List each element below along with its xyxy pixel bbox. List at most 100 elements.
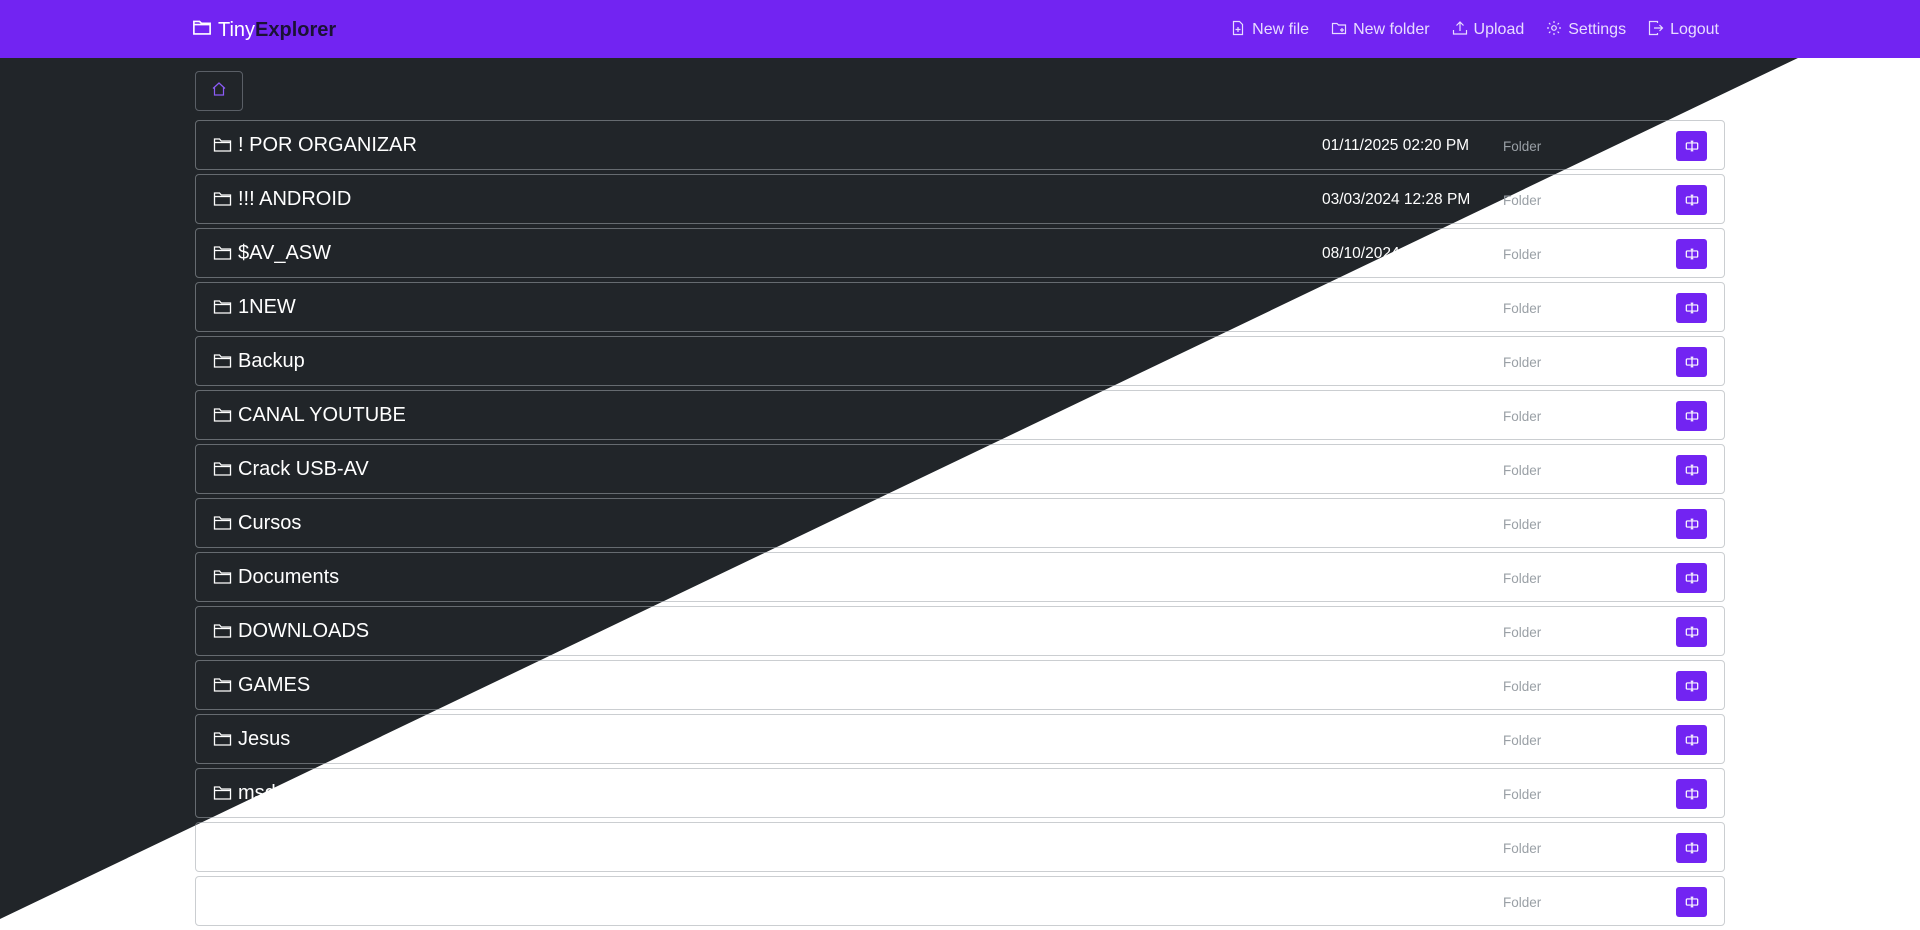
rename-button[interactable]: [1676, 833, 1707, 863]
upload-button[interactable]: Upload: [1452, 20, 1524, 41]
rename-icon: [1685, 842, 1698, 854]
folder-icon: [213, 514, 232, 531]
folder-icon: [213, 352, 232, 369]
logout-button[interactable]: Logout: [1648, 20, 1719, 41]
folder-icon: [213, 622, 232, 639]
folder-name-link[interactable]: Music: [238, 836, 290, 859]
file-row[interactable]: Music 03/03/2024 04:28 PM Folder: [195, 822, 1725, 872]
file-list: ! POR ORGANIZAR 01/11/2025 02:20 PM Fold…: [195, 120, 1725, 930]
rename-icon: [1685, 140, 1698, 152]
modified-date: 11/23/2024 07:44 PM: [1322, 731, 1470, 748]
file-row[interactable]: !!! ANDROID 03/03/2024 12:28 PM Folder: [195, 174, 1725, 224]
rename-icon: [1685, 734, 1698, 746]
rename-button[interactable]: [1676, 239, 1707, 269]
gear-icon: [1546, 20, 1562, 41]
rename-icon: [1685, 788, 1698, 800]
item-type: Folder: [1503, 733, 1542, 748]
file-row[interactable]: DOWNLOADS 01/17/2025 02:56 PM Folder: [195, 606, 1725, 656]
modified-date: 08/10/2024 08:32 PM: [1322, 245, 1471, 262]
folder-icon: [213, 298, 232, 315]
settings-button[interactable]: Settings: [1546, 20, 1626, 41]
modified-date: 01/17/2025 02:56 PM: [1322, 623, 1471, 640]
item-type: Folder: [1503, 139, 1542, 154]
folder-name-link[interactable]: Nathaly: [238, 890, 306, 913]
folder-name-link[interactable]: GAMES: [238, 674, 310, 697]
rename-button[interactable]: [1676, 455, 1707, 485]
rename-button[interactable]: [1676, 185, 1707, 215]
item-type: Folder: [1503, 247, 1542, 262]
folder-name-link[interactable]: CANAL YOUTUBE: [238, 404, 406, 427]
folder-icon: [213, 676, 232, 693]
file-row[interactable]: $AV_ASW 08/10/2024 08:32 PM Folder: [195, 228, 1725, 278]
modified-date: 04/13/2024 09:48 PM: [1322, 407, 1471, 424]
item-type: Folder: [1503, 625, 1542, 640]
modified-date: 01/13/2025 03:54 PM: [1322, 461, 1471, 478]
modified-date: 03/03/2024 12:28 PM: [1322, 191, 1471, 208]
modified-date: 01/16/2025 08:26 PM: [1322, 353, 1471, 370]
home-icon: [211, 81, 227, 102]
folder-name-link[interactable]: msdownld.tmp: [238, 782, 367, 805]
folder-name-link[interactable]: 1NEW: [238, 296, 296, 319]
rename-icon: [1685, 626, 1698, 638]
folder-icon: [213, 892, 232, 909]
file-row[interactable]: Cursos 08/17/2024 10:42 PM Folder: [195, 498, 1725, 548]
modified-date: 11/27/2024 08:36 AM: [1322, 299, 1469, 316]
item-type: Folder: [1503, 895, 1542, 910]
file-row[interactable]: ! POR ORGANIZAR 01/11/2025 02:20 PM Fold…: [195, 120, 1725, 170]
rename-button[interactable]: [1676, 509, 1707, 539]
brand-logo[interactable]: TinyExplorer: [192, 17, 336, 43]
rename-button[interactable]: [1676, 131, 1707, 161]
file-row[interactable]: Jesus 11/23/2024 07:44 PM Folder: [195, 714, 1725, 764]
rename-button[interactable]: [1676, 401, 1707, 431]
file-row[interactable]: Crack USB-AV 01/13/2025 03:54 PM Folder: [195, 444, 1725, 494]
rename-button[interactable]: [1676, 779, 1707, 809]
modified-date: 12/28/2024 06:14 PM: [1322, 677, 1471, 694]
folder-name-link[interactable]: DOWNLOADS: [238, 620, 369, 643]
folder-name-link[interactable]: Cursos: [238, 512, 301, 535]
folder-icon: [192, 17, 212, 43]
folder-name-link[interactable]: $AV_ASW: [238, 242, 331, 265]
new-folder-button[interactable]: New folder: [1331, 20, 1430, 41]
rename-button[interactable]: [1676, 671, 1707, 701]
modified-date: 08/17/2024 10:42 PM: [1322, 515, 1471, 532]
rename-button[interactable]: [1676, 293, 1707, 323]
rename-icon: [1685, 680, 1698, 692]
file-row[interactable]: Documents 04/10/2024 02:43 PM Folder: [195, 552, 1725, 602]
file-row[interactable]: msdownld.tmp 09/29/2024 10:36 PM Folder: [195, 768, 1725, 818]
rename-icon: [1685, 410, 1698, 422]
folder-icon: [213, 784, 232, 801]
folder-icon: [213, 244, 232, 261]
item-type: Folder: [1503, 193, 1542, 208]
folder-icon: [213, 136, 232, 153]
modified-date: 12/09/2024 01:31 PM: [1322, 893, 1471, 910]
file-row[interactable]: Backup 01/16/2025 08:26 PM Folder: [195, 336, 1725, 386]
rename-button[interactable]: [1676, 563, 1707, 593]
file-row[interactable]: GAMES 12/28/2024 06:14 PM Folder: [195, 660, 1725, 710]
item-type: Folder: [1503, 409, 1542, 424]
folder-icon: [213, 730, 232, 747]
folder-name-link[interactable]: Backup: [238, 350, 305, 373]
modified-date: 01/11/2025 02:20 PM: [1322, 137, 1470, 154]
new-folder-label: New folder: [1353, 21, 1430, 38]
rename-button[interactable]: [1676, 725, 1707, 755]
file-row[interactable]: CANAL YOUTUBE 04/13/2024 09:48 PM Folder: [195, 390, 1725, 440]
item-type: Folder: [1503, 679, 1542, 694]
item-type: Folder: [1503, 571, 1542, 586]
nav-links: New file New folder Upload Settings Logo…: [1230, 18, 1719, 42]
new-file-button[interactable]: New file: [1230, 20, 1309, 41]
file-row[interactable]: 1NEW 11/27/2024 08:36 AM Folder: [195, 282, 1725, 332]
folder-name-link[interactable]: Jesus: [238, 728, 290, 751]
rename-button[interactable]: [1676, 887, 1707, 917]
folder-name-link[interactable]: !!! ANDROID: [238, 188, 351, 211]
rename-button[interactable]: [1676, 617, 1707, 647]
upload-icon: [1452, 20, 1468, 41]
folder-name-link[interactable]: Documents: [238, 566, 339, 589]
settings-label: Settings: [1568, 21, 1627, 38]
folder-name-link[interactable]: Crack USB-AV: [238, 458, 369, 481]
rename-button[interactable]: [1676, 347, 1707, 377]
folder-name-link[interactable]: ! POR ORGANIZAR: [238, 134, 417, 157]
item-type: Folder: [1503, 841, 1542, 856]
rename-icon: [1685, 518, 1698, 530]
home-breadcrumb-button[interactable]: [195, 71, 243, 111]
folder-icon: [213, 838, 232, 855]
